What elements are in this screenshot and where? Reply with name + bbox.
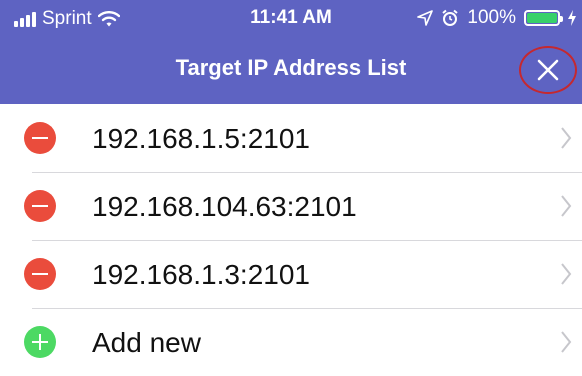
ip-address-label: 192.168.1.5:2101: [92, 123, 310, 154]
delete-icon[interactable]: [24, 190, 56, 222]
list-item[interactable]: 192.168.104.63:2101: [0, 172, 582, 240]
alarm-icon: [442, 9, 459, 26]
status-bar: Sprint 11:41 AM 100%: [0, 0, 582, 38]
page-title: Target IP Address List: [175, 55, 407, 80]
add-icon[interactable]: [24, 326, 56, 358]
battery-fill: [527, 13, 557, 23]
status-right: 100%: [417, 7, 576, 29]
chevron-right-icon: [561, 331, 572, 353]
close-button[interactable]: [519, 46, 577, 94]
add-new-row[interactable]: Add new: [0, 308, 582, 376]
ip-address-list: 192.168.1.5:2101 192.168.104.63:2101 192…: [0, 104, 582, 376]
battery-percent: 100%: [467, 7, 516, 28]
add-new-label: Add new: [92, 327, 201, 358]
delete-icon[interactable]: [24, 122, 56, 154]
list-item[interactable]: 192.168.1.5:2101: [0, 104, 582, 172]
header: Sprint 11:41 AM 100% Target IP Address L…: [0, 0, 582, 104]
ip-address-label: 192.168.1.3:2101: [92, 259, 310, 290]
battery-icon: [524, 10, 563, 26]
charging-bolt-icon: [568, 10, 576, 26]
delete-icon[interactable]: [24, 258, 56, 290]
close-icon: [537, 59, 559, 81]
ip-address-label: 192.168.104.63:2101: [92, 191, 357, 222]
chevron-right-icon: [561, 263, 572, 285]
chevron-right-icon: [561, 195, 572, 217]
chevron-right-icon: [561, 127, 572, 149]
list-item[interactable]: 192.168.1.3:2101: [0, 240, 582, 308]
location-arrow-icon: [417, 10, 434, 26]
